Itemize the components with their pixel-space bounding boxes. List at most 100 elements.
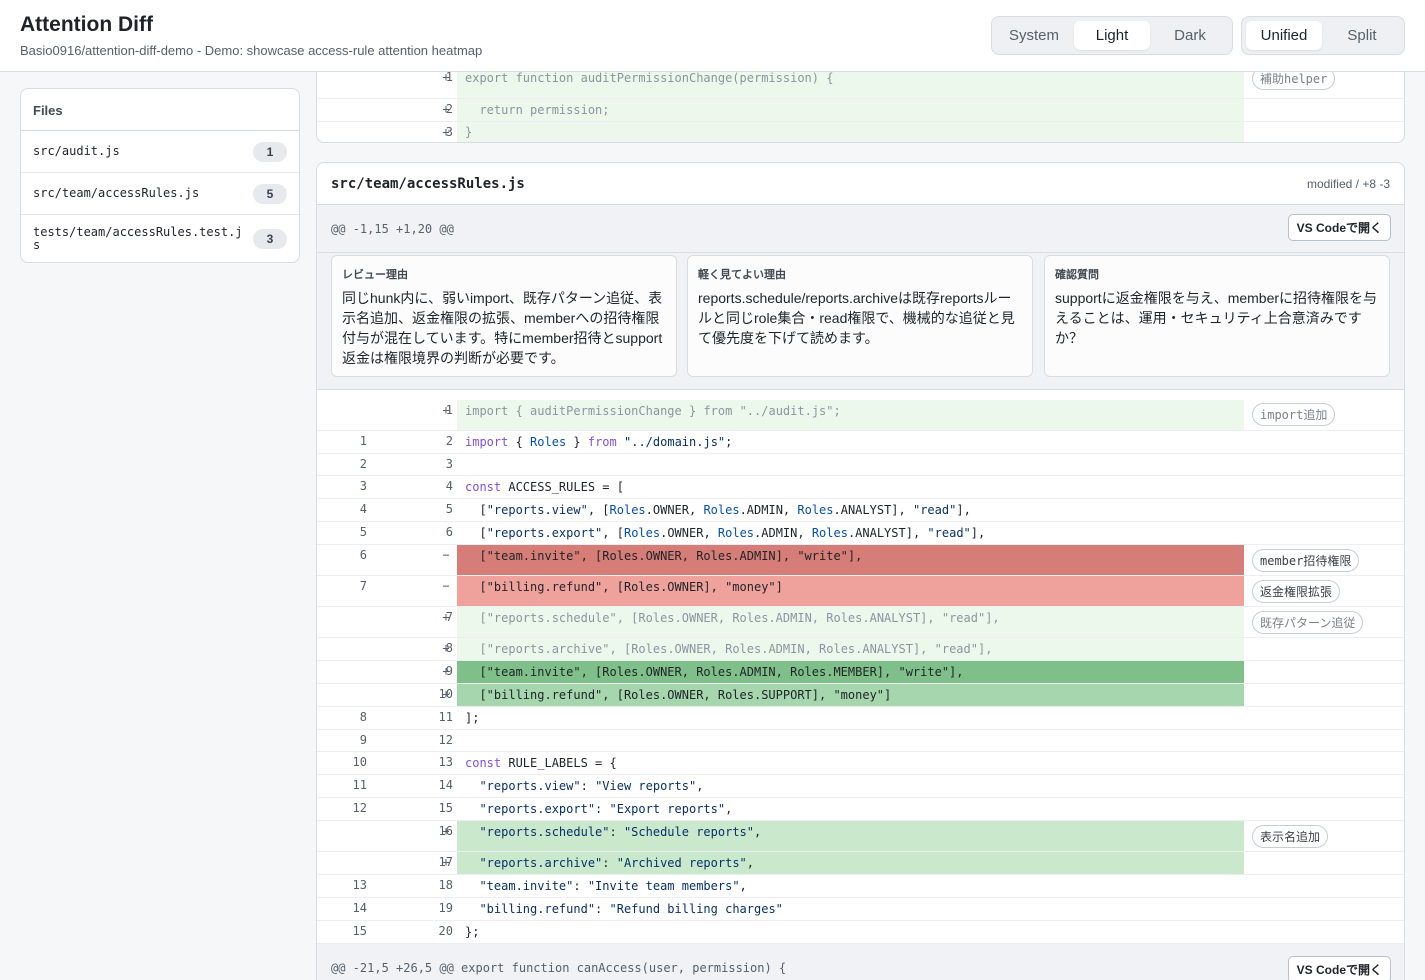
code-line: ["reports.archive", [Roles.OWNER, Roles.… <box>457 638 1244 660</box>
diff-line: 5 6 ["reports.export", [Roles.OWNER, Rol… <box>317 522 1404 545</box>
diff-line: 2 3 <box>317 454 1404 476</box>
diff-line: 11 14 "reports.view": "View reports", <box>317 775 1404 798</box>
new-line-number: 11 <box>438 710 453 724</box>
add-marker: + <box>442 664 450 678</box>
add-marker: + <box>442 687 450 701</box>
theme-toggle: System Light Dark <box>991 16 1233 55</box>
diff-line: 1 + export function auditPermissionChang… <box>317 67 1404 99</box>
diff-line: 13 18 "team.invite": "Invite team member… <box>317 875 1404 898</box>
code-line: const RULE_LABELS = { <box>465 756 617 770</box>
diff-line: 2 + return permission; <box>317 99 1404 122</box>
file-item-access-rules[interactable]: src/team/accessRules.js 5 <box>21 173 299 215</box>
code-line: ["reports.export", [Roles.OWNER, Roles.A… <box>465 526 986 540</box>
files-panel: Files src/audit.js 1 src/team/accessRule… <box>20 88 300 263</box>
old-line-number: 6 <box>359 548 367 562</box>
new-line-number: 5 <box>445 502 453 516</box>
file-item-name: src/team/accessRules.js <box>33 186 200 200</box>
diff-line-added: 8 + ["reports.archive", [Roles.OWNER, Ro… <box>317 638 1404 661</box>
attention-tag[interactable]: 表示名追加 <box>1252 825 1329 848</box>
diff-line-added: 10 + ["billing.refund", [Roles.OWNER, Ro… <box>317 684 1404 707</box>
new-line-number: 6 <box>445 525 453 539</box>
view-unified-button[interactable]: Unified <box>1246 21 1322 50</box>
old-line-number: 1 <box>359 434 367 448</box>
open-in-vscode-button[interactable]: VS Codeで開く <box>1287 214 1391 241</box>
code-line: export function auditPermissionChange(pe… <box>457 68 1244 98</box>
view-mode-toggle: Unified Split <box>1241 16 1405 55</box>
file-item-name: src/audit.js <box>33 144 120 158</box>
theme-light-button[interactable]: Light <box>1074 21 1150 50</box>
diff-line: 12 15 "reports.export": "Export reports"… <box>317 798 1404 821</box>
attention-tag[interactable]: import追加 <box>1252 403 1336 426</box>
old-line-number: 12 <box>352 801 367 815</box>
code-line: import { auditPermissionChange } from ".… <box>457 400 1244 430</box>
files-heading: Files <box>21 89 299 131</box>
diff-line: 10 13 const RULE_LABELS = { <box>317 752 1404 775</box>
low-priority-reason-note: 軽く見てよい理由 reports.schedule/reports.archiv… <box>687 255 1033 377</box>
theme-dark-button[interactable]: Dark <box>1152 21 1228 50</box>
new-line-number: 2 <box>445 434 453 448</box>
add-marker: + <box>442 70 450 84</box>
old-line-number: 11 <box>352 778 367 792</box>
file-item-access-rules-test[interactable]: tests/team/accessRules.test.js 3 <box>21 215 299 262</box>
app-header: Attention Diff Basio0916/attention-diff-… <box>0 0 1425 72</box>
old-line-number: 15 <box>352 924 367 938</box>
review-reason-note: レビュー理由 同じhunk内に、弱いimport、既存パターン追従、表示名追加、… <box>331 255 677 377</box>
code-line: const ACCESS_RULES = [ <box>465 480 624 494</box>
diff-line-removed: 7 − ["billing.refund", [Roles.OWNER], "m… <box>317 576 1404 607</box>
file-item-name: tests/team/accessRules.test.js <box>33 225 243 252</box>
code-line: return permission; <box>457 99 1244 121</box>
file-item-count-badge: 3 <box>253 229 287 249</box>
old-line-number: 4 <box>359 502 367 516</box>
app-title: Attention Diff <box>20 13 153 36</box>
code-line: "team.invite": "Invite team members", <box>479 879 747 893</box>
view-split-button[interactable]: Split <box>1324 21 1400 50</box>
new-line-number: 18 <box>438 878 453 892</box>
diff-line-added: 7 + ["reports.schedule", [Roles.OWNER, R… <box>317 607 1404 638</box>
old-line-number: 9 <box>359 733 367 747</box>
attention-tag[interactable]: 既存パターン追従 <box>1252 611 1364 634</box>
code-line: ["team.invite", [Roles.OWNER, Roles.ADMI… <box>457 661 1244 683</box>
diff-line-removed: 6 − ["team.invite", [Roles.OWNER, Roles.… <box>317 545 1404 576</box>
diff-line: 4 5 ["reports.view", [Roles.OWNER, Roles… <box>317 499 1404 522</box>
old-line-number: 10 <box>352 755 367 769</box>
add-marker: + <box>442 102 450 116</box>
old-line-number: 2 <box>359 457 367 471</box>
file-path: src/team/accessRules.js <box>331 176 525 192</box>
new-line-number: 12 <box>438 733 453 747</box>
attention-tag[interactable]: member招待権限 <box>1252 549 1360 572</box>
add-marker: + <box>442 824 450 838</box>
add-marker: + <box>442 125 450 139</box>
diff-line: 3 + } <box>317 122 1404 142</box>
note-body: 同じhunk内に、弱いimport、既存パターン追従、表示名追加、返金権限の拡張… <box>342 290 663 366</box>
hunk-header: @@ -21,5 +26,5 @@ export function canAcc… <box>317 944 1404 980</box>
code-line: "reports.schedule": "Schedule reports", <box>457 821 1244 851</box>
audit-file-card: 1 + export function auditPermissionChang… <box>316 67 1405 143</box>
add-marker: + <box>442 610 450 624</box>
code-line: } <box>457 122 1244 142</box>
access-rules-file-card: src/team/accessRules.js modified / +8 -3… <box>316 162 1405 980</box>
old-line-number: 14 <box>352 901 367 915</box>
diff-line: 15 20 }; <box>317 921 1404 944</box>
note-title: 確認質問 <box>1055 269 1099 281</box>
note-body: supportに返金権限を与え、memberに招待権限を与えることは、運用・セキ… <box>1055 290 1378 346</box>
old-line-number: 7 <box>359 579 367 593</box>
theme-system-button[interactable]: System <box>996 21 1072 50</box>
add-marker: + <box>442 855 450 869</box>
new-line-number: 15 <box>438 801 453 815</box>
old-line-number: 5 <box>359 525 367 539</box>
file-item-audit[interactable]: src/audit.js 1 <box>21 131 299 173</box>
file-item-count-badge: 1 <box>253 141 287 162</box>
old-line-number: 3 <box>359 479 367 493</box>
diff-line: 8 11 ]; <box>317 707 1404 730</box>
attention-tag[interactable]: 返金権限拡張 <box>1252 580 1341 603</box>
diff-line: 3 4 const ACCESS_RULES = [ <box>317 476 1404 499</box>
code-line: ["team.invite", [Roles.OWNER, Roles.ADMI… <box>457 545 1244 575</box>
open-in-vscode-button[interactable]: VS Codeで開く <box>1287 956 1391 980</box>
code-line: "billing.refund": "Refund billing charge… <box>479 902 783 916</box>
new-line-number: 13 <box>438 755 453 769</box>
diff-line-added: 17 + "reports.archive": "Archived report… <box>317 852 1404 875</box>
diff-line: 1 + import { auditPermissionChange } fro… <box>317 400 1404 431</box>
hunk-range: @@ -1,15 +1,20 @@ <box>331 222 454 236</box>
old-line-number: 8 <box>359 710 367 724</box>
